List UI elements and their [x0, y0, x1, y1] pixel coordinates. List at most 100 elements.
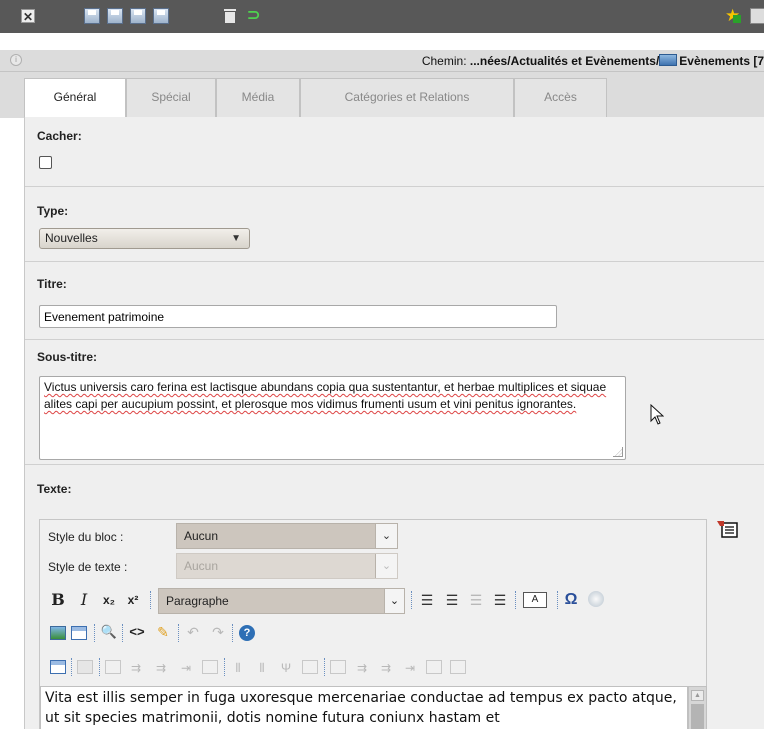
column-delete-icon[interactable]: Ψ: [278, 658, 294, 678]
fullscreen-editor-icon[interactable]: [717, 521, 738, 538]
path-folder: Evènements [7: [679, 54, 764, 68]
folder-icon: [659, 54, 678, 66]
close-icon[interactable]: ✕: [21, 9, 35, 24]
toolbar-separator: [71, 658, 72, 676]
save-view-icon[interactable]: [130, 8, 146, 24]
save-icon[interactable]: [84, 8, 100, 24]
superscript-button[interactable]: x²: [124, 590, 142, 610]
toolbar-separator: [324, 658, 325, 676]
text-style-select[interactable]: Aucun ⌄: [176, 553, 398, 579]
save-close-icon[interactable]: [107, 8, 123, 24]
plus-badge-icon: [733, 15, 741, 23]
scroll-thumb[interactable]: [691, 704, 704, 729]
cell-merge-down-icon[interactable]: [450, 660, 466, 674]
column-insert-before-icon[interactable]: ⫴: [230, 658, 246, 678]
path-bar: i Chemin: ...nées/Actualités et Evènemen…: [0, 50, 764, 72]
scroll-up-icon[interactable]: ▲: [691, 690, 704, 701]
unordered-list-icon[interactable]: ☰: [444, 590, 460, 610]
column-split-icon[interactable]: [302, 660, 318, 674]
table-properties-icon[interactable]: [77, 660, 93, 674]
mouse-cursor-icon: [650, 404, 664, 425]
special-character-icon[interactable]: Ω: [562, 590, 580, 610]
save-new-icon[interactable]: [153, 8, 169, 24]
cell-properties-icon[interactable]: [330, 660, 346, 674]
chevron-down-icon: ⌄: [375, 554, 397, 578]
path-label: Chemin:: [421, 54, 467, 68]
subscript-button[interactable]: x₂: [100, 590, 118, 610]
format-select[interactable]: Paragraphe ⌄: [158, 588, 405, 614]
tab-access[interactable]: Accès: [514, 78, 607, 118]
info-icon[interactable]: i: [10, 54, 22, 66]
table-icon[interactable]: [71, 626, 87, 640]
type-select[interactable]: Nouvelles ▼: [39, 228, 250, 249]
clean-format-icon[interactable]: ✎: [154, 622, 172, 642]
text-label: Texte:: [37, 482, 72, 496]
cell-split-icon[interactable]: ⇥: [402, 658, 418, 678]
rte-scrollbar[interactable]: ▲: [688, 686, 707, 729]
cell-insert-icon[interactable]: ⇉: [354, 658, 370, 678]
text-style-label: Style de texte :: [48, 560, 128, 574]
rte-content-area[interactable]: Vita est illis semper in fuga uxoresque …: [40, 686, 688, 729]
row-split-icon[interactable]: [202, 660, 218, 674]
bold-button[interactable]: B: [50, 590, 66, 610]
path-value: ...nées/Actualités et Evènements/: [469, 54, 660, 68]
toolbar-separator: [515, 591, 516, 609]
cell-delete-icon[interactable]: ⇉: [378, 658, 394, 678]
row-insert-above-icon[interactable]: ⇉: [128, 658, 144, 678]
tab-general[interactable]: Général: [24, 78, 126, 119]
hide-checkbox[interactable]: [39, 156, 52, 169]
row-properties-icon[interactable]: [105, 660, 121, 674]
text-color-button[interactable]: A: [523, 592, 547, 608]
hide-label: Cacher:: [37, 129, 82, 143]
tab-bar: Général Spécial Média Catégories et Rela…: [0, 72, 764, 119]
section-title: Titre:: [25, 262, 764, 340]
toolbar-separator: [411, 591, 412, 609]
toolbar-separator: [232, 624, 233, 642]
section-type: Type:: [25, 187, 764, 262]
resize-handle-icon[interactable]: [613, 447, 623, 457]
rte-content-text: Vita est illis semper in fuga uxoresque …: [45, 690, 677, 726]
column-insert-after-icon[interactable]: ⫴: [254, 658, 270, 678]
outdent-icon[interactable]: ☰: [468, 590, 484, 610]
insert-table-icon[interactable]: [50, 660, 66, 674]
ordered-list-icon[interactable]: ☰: [419, 590, 435, 610]
undo-icon[interactable]: ↶: [185, 622, 201, 642]
toolbar-separator: [150, 591, 151, 609]
block-style-label: Style du bloc :: [48, 530, 124, 544]
block-style-select[interactable]: Aucun ⌄: [176, 523, 398, 549]
subtitle-label: Sous-titre:: [37, 350, 97, 364]
toolbar-separator: [178, 624, 179, 642]
toolbar-separator: [122, 624, 123, 642]
title-label: Titre:: [37, 277, 67, 291]
type-label: Type:: [37, 204, 69, 218]
chevron-down-icon: ⌄: [375, 524, 397, 548]
breadcrumb: Chemin: ...nées/Actualités et Evènements…: [422, 54, 764, 68]
source-code-icon[interactable]: <>: [128, 622, 146, 642]
toolbar-separator: [224, 658, 225, 676]
spellcheck-icon[interactable]: [588, 591, 604, 607]
row-delete-icon[interactable]: ⇥: [178, 658, 194, 678]
tab-categories[interactable]: Catégories et Relations: [300, 78, 514, 118]
title-input[interactable]: [39, 305, 557, 328]
help-icon[interactable]: ?: [239, 625, 255, 641]
subtitle-textarea[interactable]: Victus universis caro ferina est lactisq…: [39, 376, 626, 460]
row-insert-below-icon[interactable]: ⇉: [153, 658, 169, 678]
dropdown-arrow-icon: ▼: [231, 233, 241, 244]
toolbar-separator: [557, 591, 558, 609]
rich-text-editor: Style du bloc : Aucun ⌄ Style de texte :…: [39, 519, 707, 729]
section-hide: Cacher:: [25, 117, 764, 187]
find-icon[interactable]: 🔍: [100, 622, 118, 642]
indent-icon[interactable]: ☰: [492, 590, 508, 610]
tab-media[interactable]: Média: [216, 78, 300, 118]
toolbar-separator: [94, 624, 95, 642]
subtitle-text: Victus universis caro ferina est lactisq…: [44, 380, 607, 411]
trash-icon[interactable]: [224, 8, 236, 24]
image-icon[interactable]: [50, 626, 66, 640]
tab-special[interactable]: Spécial: [126, 78, 216, 118]
italic-button[interactable]: I: [77, 590, 91, 610]
redo-icon[interactable]: ↷: [210, 622, 226, 642]
cell-merge-icon[interactable]: [426, 660, 442, 674]
undo-icon[interactable]: ⊃: [247, 8, 263, 24]
type-value: Nouvelles: [45, 231, 98, 245]
shortcut-icon[interactable]: [750, 8, 764, 24]
